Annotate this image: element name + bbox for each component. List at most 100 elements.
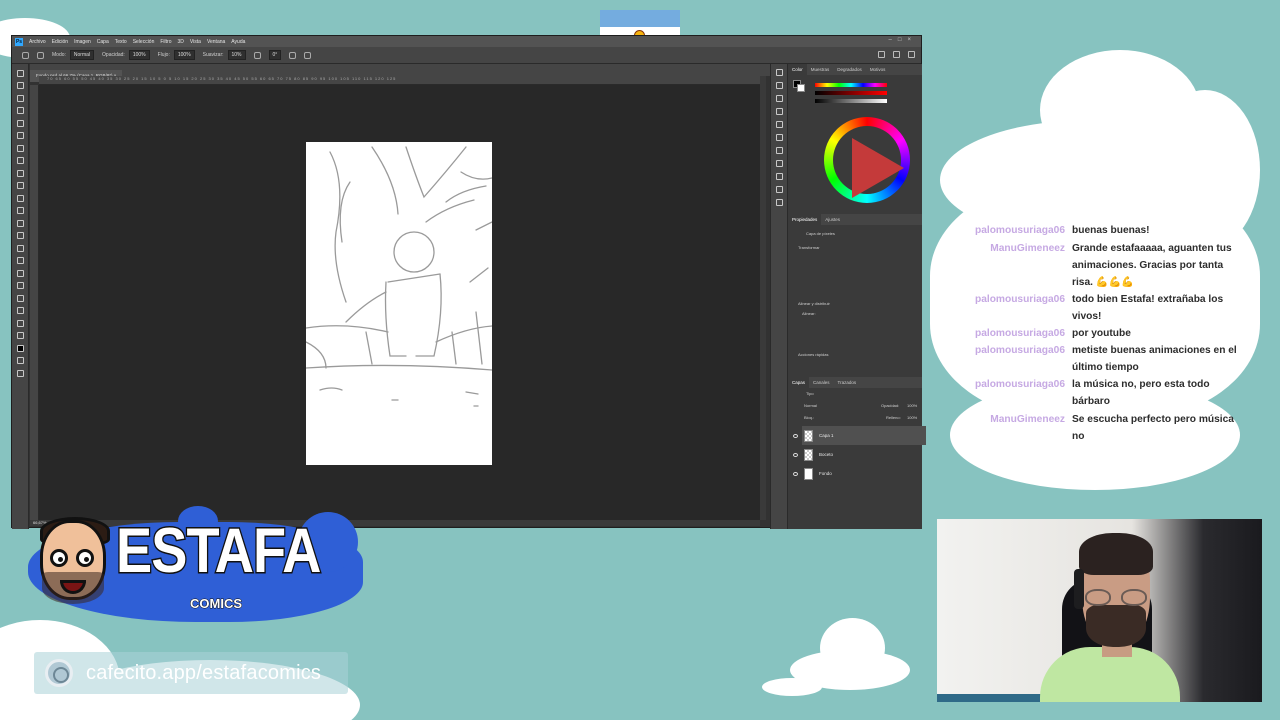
webcam-feed — [937, 519, 1262, 702]
menu-seleccion[interactable]: Selección — [133, 39, 155, 45]
tab-layers[interactable]: Capas — [788, 377, 810, 388]
paragraph-panel-icon[interactable] — [775, 134, 783, 141]
brush-preset-icon[interactable] — [22, 51, 29, 59]
history-brush-tool-icon[interactable] — [16, 194, 24, 202]
sketch-artboard[interactable] — [305, 142, 493, 465]
cafecito-link[interactable]: cafecito.app/estafacomics — [86, 662, 321, 685]
menu-ayuda[interactable]: Ayuda — [231, 39, 245, 45]
quick-mask-icon[interactable] — [16, 357, 24, 364]
quick-actions-section[interactable]: Acciones rápidas — [798, 352, 828, 357]
tab-adjustments[interactable]: Ajustes — [821, 217, 844, 222]
more-tools-icon[interactable] — [16, 332, 24, 339]
tab-color[interactable]: Color — [788, 64, 807, 75]
options-bar: Modo: Normal Opacidad: 100% Flujo: 100% … — [12, 47, 921, 64]
search-icon[interactable] — [878, 51, 885, 58]
layer-opacity-input[interactable]: 100% — [907, 403, 917, 408]
magic-wand-tool-icon[interactable] — [16, 107, 24, 114]
menu-texto[interactable]: Texto — [115, 39, 127, 45]
layer-row[interactable]: Capa 1 — [793, 426, 926, 445]
eye-icon[interactable] — [793, 433, 798, 438]
channels-panel-icon[interactable] — [775, 160, 783, 167]
menu-capa[interactable]: Capa — [97, 39, 109, 45]
share-icon[interactable] — [908, 51, 915, 58]
blend-mode-select[interactable]: Normal — [804, 403, 817, 408]
estafa-comics-logo: ESTAFA COMICS — [28, 506, 363, 622]
tab-gradients[interactable]: Degradados — [833, 67, 866, 72]
color-swatch-icon[interactable] — [16, 344, 24, 352]
character-panel-icon[interactable] — [775, 121, 783, 128]
color-triangle[interactable] — [852, 138, 904, 198]
menu-filtro[interactable]: Filtro — [160, 39, 171, 45]
stamp-tool-icon[interactable] — [16, 182, 24, 189]
tool-presets-icon[interactable] — [775, 173, 783, 180]
pressure-icon[interactable] — [289, 51, 297, 59]
window-controls[interactable]: –□× — [889, 37, 917, 43]
eye-icon[interactable] — [793, 452, 798, 457]
navigator-panel-icon[interactable] — [775, 199, 783, 206]
color-wheel[interactable] — [824, 117, 910, 203]
settings-icon[interactable] — [253, 51, 261, 59]
blur-tool-icon[interactable] — [16, 232, 24, 239]
shape-tool-icon[interactable] — [16, 294, 24, 302]
menu-3d[interactable]: 3D — [178, 39, 184, 45]
smoothing-input[interactable]: 10% — [227, 50, 246, 60]
layer-row[interactable]: Fondo — [793, 464, 926, 483]
type-tool-icon[interactable] — [16, 269, 24, 277]
flow-label: Flujo: — [157, 52, 170, 58]
menu-edicion[interactable]: Edición — [52, 39, 68, 45]
path-select-tool-icon[interactable] — [16, 282, 24, 289]
pen-tool-icon[interactable] — [16, 257, 24, 264]
adjust-panel-icon[interactable] — [775, 95, 783, 102]
libraries-panel-icon[interactable] — [775, 108, 783, 115]
brush-tool-icon[interactable] — [16, 169, 24, 177]
menu-vista[interactable]: Vista — [190, 39, 201, 45]
menu-ventana[interactable]: Ventana — [207, 39, 225, 45]
layer-row[interactable]: Boceto — [793, 445, 926, 464]
chat-text: metiste buenas animaciones en el último … — [1072, 345, 1237, 373]
menu-imagen[interactable]: Imagen — [74, 39, 91, 45]
fill-input[interactable]: 100% — [907, 415, 917, 420]
crop-tool-icon[interactable] — [16, 119, 24, 127]
hand-tool-icon[interactable] — [16, 307, 24, 314]
layer-name: Boceto — [819, 452, 834, 457]
move-tool-icon[interactable] — [16, 69, 24, 77]
gradient-tool-icon[interactable] — [16, 219, 24, 227]
menu-archivo[interactable]: Archivo — [29, 39, 46, 45]
flow-input[interactable]: 100% — [173, 50, 195, 60]
eraser-tool-icon[interactable] — [16, 207, 24, 214]
layer-thumbnail — [804, 429, 813, 442]
healing-tool-icon[interactable] — [16, 157, 24, 164]
marquee-tool-icon[interactable] — [16, 82, 24, 89]
workspace-icon[interactable] — [893, 51, 900, 58]
lasso-tool-icon[interactable] — [16, 94, 24, 102]
saturation-slider[interactable] — [815, 91, 887, 95]
align-section[interactable]: Alinear y distribuir — [798, 301, 830, 306]
history-panel-icon[interactable] — [775, 69, 783, 76]
transform-section[interactable]: Transformar — [798, 245, 820, 250]
tab-swatches[interactable]: Muestras — [807, 67, 834, 72]
tab-patterns[interactable]: Motivos — [866, 67, 890, 72]
cafecito-banner[interactable]: cafecito.app/estafacomics — [34, 652, 348, 694]
hue-slider[interactable] — [815, 83, 887, 87]
frame-tool-icon[interactable] — [16, 132, 24, 139]
brush-panel-icon[interactable] — [775, 82, 783, 89]
mode-select[interactable]: Normal — [69, 50, 95, 60]
layer-filter-select[interactable]: Tipo — [806, 391, 814, 396]
tab-paths[interactable]: Trazados — [834, 380, 861, 385]
styles-panel-icon[interactable] — [775, 147, 783, 154]
info-panel-icon[interactable] — [775, 186, 783, 193]
background-color-swatch[interactable] — [797, 84, 805, 92]
tab-channels[interactable]: Canales — [809, 380, 834, 385]
brush-settings-icon[interactable] — [37, 51, 44, 59]
symmetry-icon[interactable] — [304, 51, 312, 59]
tab-properties[interactable]: Propiedades — [788, 214, 822, 225]
zoom-tool-icon[interactable] — [16, 319, 24, 327]
vertical-scrollbar[interactable] — [760, 76, 766, 520]
eye-icon[interactable] — [793, 471, 798, 476]
angle-input[interactable]: 0° — [268, 50, 282, 60]
eyedropper-tool-icon[interactable] — [16, 144, 24, 152]
screen-mode-icon[interactable] — [16, 369, 24, 377]
opacity-input[interactable]: 100% — [128, 50, 150, 60]
dodge-tool-icon[interactable] — [16, 244, 24, 252]
brightness-slider[interactable] — [815, 99, 887, 103]
